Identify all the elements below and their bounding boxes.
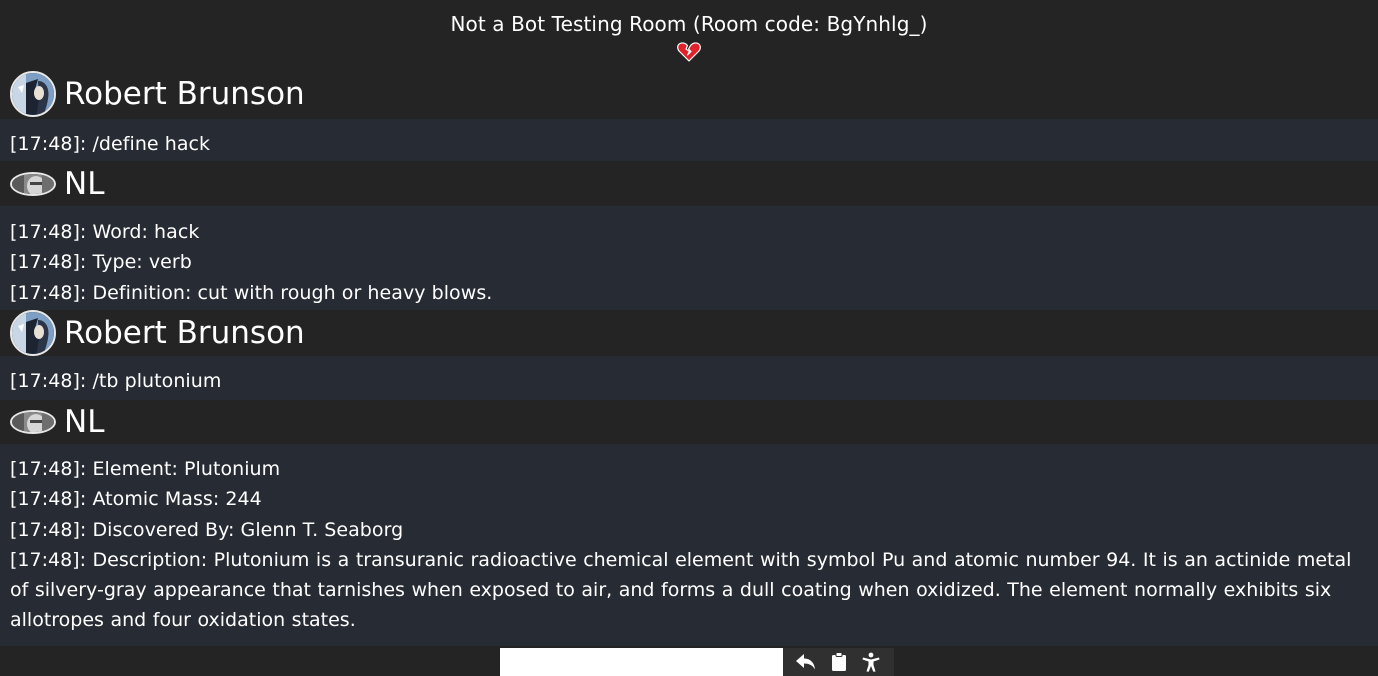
message-line: [17:48]: Type: verb (10, 251, 192, 274)
message-group: [17:48]: /define hack (0, 119, 1378, 161)
message-line: [17:48]: /tb plutonium (10, 370, 222, 392)
user-header: Robert Brunson (0, 310, 1378, 356)
user-header: NL (0, 161, 1378, 206)
user-header: NL (0, 400, 1378, 444)
message-line: [17:48]: Description: Plutonium is a tra… (10, 548, 1352, 632)
message-line: [17:48]: Discovered By: Glenn T. Seaborg (10, 518, 404, 541)
status-indicator (0, 40, 1378, 68)
message-input-bar (500, 648, 894, 676)
message-line: [17:48]: Element: Plutonium (10, 458, 281, 480)
user-header: Robert Brunson (0, 68, 1378, 119)
avatar[interactable] (10, 171, 56, 196)
message-group: [17:48]: Word: hack [17:48]: Type: verb … (0, 206, 1378, 310)
message-line: [17:48]: Word: hack (10, 221, 200, 243)
message-line: [17:48]: Definition: cut with rough or h… (10, 281, 493, 304)
chat-log: Robert Brunson [17:48]: /define hack NL … (0, 68, 1378, 646)
message-group: [17:48]: Element: Plutonium [17:48]: Ato… (0, 444, 1378, 646)
avatar[interactable] (10, 410, 56, 434)
clipboard-icon[interactable] (826, 649, 852, 675)
username[interactable]: Robert Brunson (64, 315, 305, 351)
message-line: [17:48]: /define hack (10, 133, 211, 155)
message-line: [17:48]: Atomic Mass: 244 (10, 488, 262, 511)
broken-heart-icon (677, 42, 701, 62)
reply-icon[interactable] (793, 649, 819, 675)
chat-page: Not a Bot Testing Room (Room code: BgYnh… (0, 0, 1378, 676)
username[interactable]: NL (64, 404, 104, 440)
avatar[interactable] (10, 70, 56, 117)
room-title: Not a Bot Testing Room (Room code: BgYnh… (450, 12, 928, 36)
username[interactable]: NL (64, 166, 104, 202)
username[interactable]: Robert Brunson (64, 76, 305, 112)
input-toolbar (783, 648, 894, 676)
accessibility-icon[interactable] (858, 649, 884, 675)
message-group: [17:48]: /tb plutonium (0, 356, 1378, 400)
message-input[interactable] (500, 648, 783, 676)
avatar[interactable] (10, 310, 56, 356)
